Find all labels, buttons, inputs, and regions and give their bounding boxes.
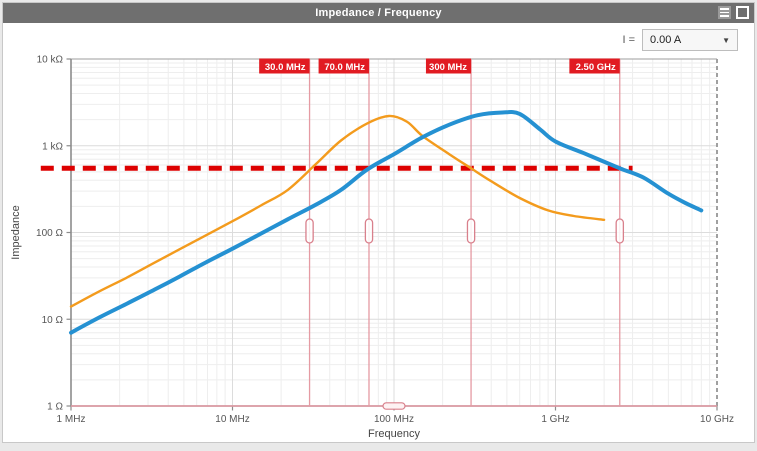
y-tick-label: 1 kΩ [42, 141, 63, 152]
frequency-marker-label: 2.50 GHz [576, 62, 616, 73]
chevron-down-icon: ▼ [722, 35, 730, 45]
chart-svg: 1 MHz 10 MHz 100 MHz 1 GHz 10 GHz 10 kΩ 1 kΩ 10… [10, 55, 734, 441]
y-tick-label: 1 Ω [47, 402, 63, 413]
y-axis-title: Impedance [10, 205, 22, 259]
frequency-marker-label: 70.0 MHz [324, 62, 365, 73]
impedance-panel: Impedance / Frequency I = 0.00 A ▼ 1 MHz… [2, 2, 755, 443]
x-axis-title: Frequency [368, 428, 420, 440]
x-tick-label: 1 GHz [541, 414, 569, 425]
panel-title: Impedance / Frequency [315, 7, 442, 19]
y-tick-label: 100 Ω [36, 228, 63, 239]
frequency-marker-handle[interactable] [466, 218, 476, 244]
frequency-marker-handle[interactable] [615, 218, 625, 244]
x-tick-label: 10 MHz [215, 414, 249, 425]
frequency-marker-label: 300 MHz [429, 62, 467, 73]
current-label: I = [622, 34, 635, 46]
page: { "window": { "title": "Impedance / Freq… [0, 0, 757, 451]
maximize-icon[interactable] [736, 6, 749, 19]
y-tick-label: 10 kΩ [37, 55, 64, 66]
x-tick-label: 10 GHz [700, 414, 734, 425]
x-tick-label: 1 MHz [57, 414, 86, 425]
baseline-marker-handle[interactable] [382, 402, 406, 410]
y-tick-label: 10 Ω [42, 315, 64, 326]
impedance-frequency-chart: 1 MHz 10 MHz 100 MHz 1 GHz 10 GHz 10 kΩ 1 kΩ 10… [3, 47, 756, 442]
frequency-marker-handle[interactable] [305, 218, 314, 244]
list-menu-icon[interactable] [718, 6, 731, 19]
frequency-marker-handle[interactable] [364, 218, 374, 244]
panel-titlebar: Impedance / Frequency [3, 3, 754, 23]
frequency-marker-label: 30.0 MHz [265, 62, 306, 73]
current-dropdown-value: 0.00 A [650, 34, 682, 46]
titlebar-icons [718, 6, 749, 19]
x-tick-label: 100 MHz [374, 414, 414, 425]
